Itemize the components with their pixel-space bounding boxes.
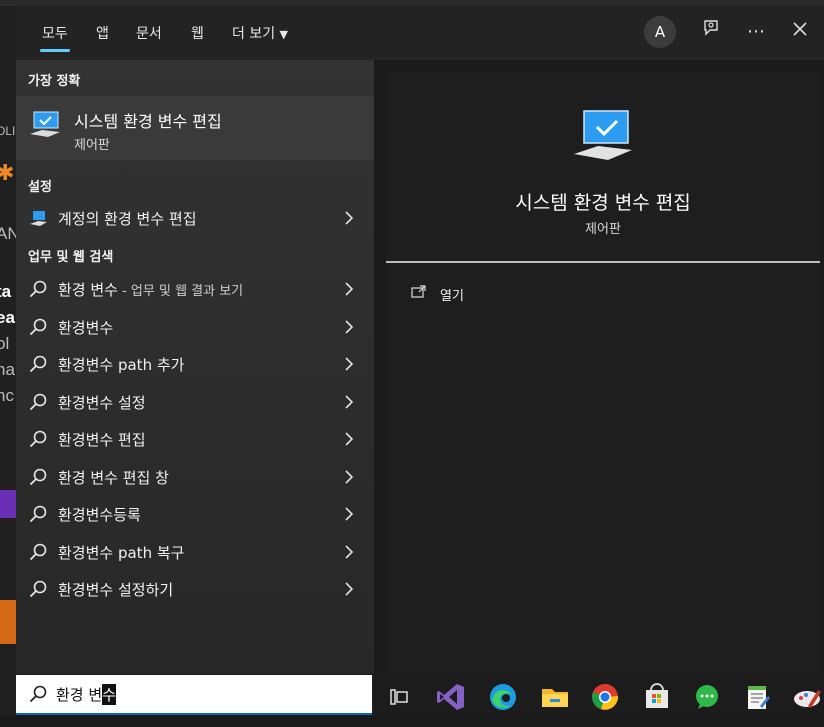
preview-subtitle: 제어판 [585, 222, 621, 237]
chevron-right-icon [342, 280, 356, 298]
chevron-right-icon [342, 580, 356, 598]
search-typed: 환경 변 [56, 686, 103, 704]
more-options-icon[interactable]: ⋯ [742, 18, 770, 46]
avatar[interactable]: A [644, 16, 676, 48]
web-result-item[interactable]: 환경변수 편집 [26, 421, 366, 457]
section-web-search: 업무 및 웹 검색 [28, 250, 114, 265]
bg-text-fragment: ea [0, 308, 15, 327]
filter-tabs: 모두 앱 문서 웹 더 보기 ▼ A ⋯ [16, 6, 824, 58]
bg-purple-block [0, 490, 16, 518]
bg-text-fragment: ta [0, 282, 12, 301]
bg-orange-block [0, 600, 16, 644]
search-icon [28, 467, 48, 487]
web-result-item[interactable]: 환경 변수 편집 창 [26, 459, 366, 495]
chrome-icon[interactable] [588, 680, 622, 714]
best-match-subtitle: 제어판 [74, 138, 110, 153]
bg-text-fragment: ol [0, 334, 10, 353]
web-result-label: 환경변수 path 복구 [58, 544, 185, 562]
system-properties-icon [572, 108, 634, 170]
chevron-right-icon [342, 209, 356, 227]
preview-divider [386, 261, 820, 263]
tab-documents[interactable]: 문서 [136, 23, 162, 43]
tab-more[interactable]: 더 보기 ▼ [232, 23, 288, 43]
tab-apps[interactable]: 앱 [96, 23, 109, 43]
preview-title: 시스템 환경 변수 편집 [515, 192, 691, 214]
feedback-icon[interactable] [698, 18, 726, 46]
chevron-right-icon [342, 393, 356, 411]
search-icon [28, 542, 48, 562]
settings-item[interactable]: 계정의 환경 변수 편집 [26, 200, 366, 236]
search-icon [28, 504, 48, 524]
web-result-label: 환경변수 편집 [58, 431, 146, 449]
web-result-label: 환경변수 [58, 319, 114, 337]
search-input[interactable]: 환경 변수 [16, 675, 372, 715]
search-icon [28, 579, 48, 599]
search-icon [28, 317, 48, 337]
bg-gear-fragment: ✱ [0, 160, 15, 185]
chevron-right-icon [342, 430, 356, 448]
search-icon [28, 392, 48, 412]
chat-icon[interactable] [690, 680, 724, 714]
results-list: 가장 정확 시스템 환경 변수 편집 제어판 설정 계정의 환경 변수 편집 업… [16, 60, 374, 673]
web-result-label: 환경변수 설정 [58, 394, 146, 412]
bottom-strip [0, 715, 824, 727]
web-result-item[interactable]: 환경변수 path 추가 [26, 346, 366, 382]
open-action[interactable]: 열기 [410, 282, 610, 306]
web-result-label: 환경 변수 편집 창 [58, 469, 169, 487]
tab-all[interactable]: 모두 [40, 23, 70, 52]
web-result-item[interactable]: 환경변수 [26, 309, 366, 345]
tab-more-label: 더 보기 [232, 26, 276, 42]
bg-text-fragment: OLI [0, 124, 16, 138]
search-panel: 모두 앱 문서 웹 더 보기 ▼ A ⋯ 가장 정확 시스템 환경 변수 편집 … [16, 6, 824, 673]
file-explorer-icon[interactable] [538, 680, 572, 714]
search-icon [28, 684, 48, 708]
web-result-label: 환경변수 path 추가 [58, 356, 185, 374]
open-icon [410, 284, 428, 304]
best-match-title: 시스템 환경 변수 편집 [74, 112, 222, 131]
best-match-item[interactable]: 시스템 환경 변수 편집 제어판 [16, 96, 374, 160]
paint-icon[interactable] [790, 680, 824, 714]
search-icon [28, 354, 48, 374]
web-result-label: 환경변수 설정하기 [58, 581, 174, 599]
web-result-item[interactable]: 환경 변수 - 업무 및 웹 결과 보기 [26, 271, 366, 307]
web-result-item[interactable]: 환경변수 설정하기 [26, 571, 366, 607]
web-result-label: 환경 변수 - 업무 및 웹 결과 보기 [58, 281, 244, 299]
section-settings: 설정 [28, 180, 52, 195]
chevron-right-icon [342, 355, 356, 373]
search-icon [28, 429, 48, 449]
search-icon [28, 279, 48, 299]
edge-icon[interactable] [486, 680, 520, 714]
open-label: 열기 [440, 289, 464, 304]
preview-card: 시스템 환경 변수 편집 제어판 열기 [386, 72, 820, 673]
section-best-match: 가장 정확 [28, 74, 81, 89]
text-cursor: 수 [102, 684, 117, 705]
chevron-right-icon [342, 543, 356, 561]
bg-text-fragment: ha [0, 360, 15, 379]
chevron-right-icon [342, 505, 356, 523]
task-view-icon[interactable] [382, 680, 416, 714]
system-properties-icon [28, 110, 62, 144]
caret-down-icon: ▼ [279, 28, 289, 41]
web-result-label: 환경변수등록 [58, 506, 141, 524]
store-icon[interactable] [640, 680, 674, 714]
web-result-item[interactable]: 환경변수 설정 [26, 384, 366, 420]
web-result-item[interactable]: 환경변수등록 [26, 496, 366, 532]
notepad-icon[interactable] [740, 680, 774, 714]
web-result-item[interactable]: 환경변수 path 복구 [26, 534, 366, 570]
chevron-right-icon [342, 468, 356, 486]
tab-web[interactable]: 웹 [191, 23, 204, 43]
settings-item-label: 계정의 환경 변수 편집 [58, 210, 197, 228]
chevron-right-icon [342, 318, 356, 336]
close-icon[interactable] [786, 18, 814, 46]
bg-text-fragment: nc [0, 386, 14, 405]
search-text: 환경 변수 [56, 684, 117, 705]
system-settings-icon [28, 208, 48, 228]
visual-studio-icon[interactable] [434, 680, 468, 714]
preview-pane: 시스템 환경 변수 편집 제어판 열기 [374, 60, 824, 673]
